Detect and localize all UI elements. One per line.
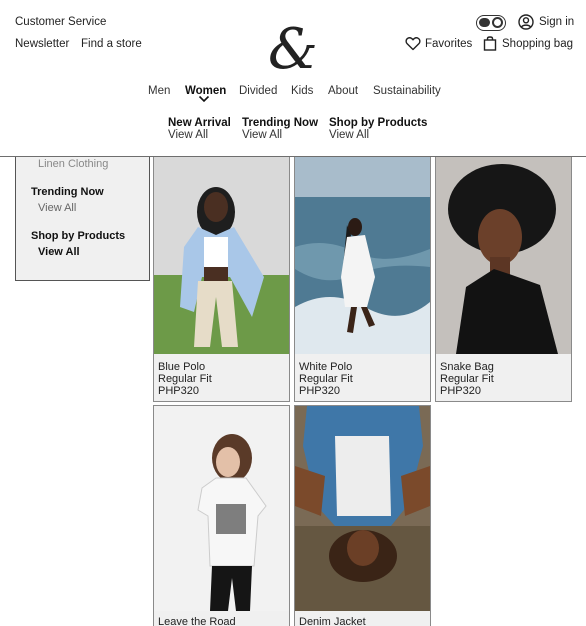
submenu-title: Trending Now xyxy=(242,117,319,129)
find-store-link[interactable]: Find a store xyxy=(81,38,142,50)
product-fit: Regular Fit xyxy=(158,373,212,385)
nav-men[interactable]: Men xyxy=(148,85,170,97)
product-fit: Regular Fit xyxy=(440,373,494,385)
product-card-leave-the-road[interactable]: Leave the Road xyxy=(153,405,290,626)
product-caption: Leave the Road xyxy=(158,616,236,626)
product-card-white-polo[interactable]: White Polo Regular Fit PHP320 xyxy=(294,156,431,402)
submenu-view-all-link[interactable]: View All xyxy=(329,129,427,141)
product-price: PHP320 xyxy=(440,385,481,397)
product-name: Snake Bag xyxy=(440,361,494,373)
nav-divided[interactable]: Divided xyxy=(239,85,277,97)
sidebar-trending-view-all[interactable]: View All xyxy=(38,202,76,214)
submenu-new-arrival: New Arrival View All xyxy=(168,117,231,141)
product-image xyxy=(436,157,571,354)
nav-sustainability[interactable]: Sustainability xyxy=(373,85,441,97)
sidebar-shop-title: Shop by Products xyxy=(31,230,126,242)
shopping-bag-link[interactable]: Shopping bag xyxy=(502,38,573,50)
product-caption: Snake Bag Regular Fit PHP320 xyxy=(440,361,494,397)
product-caption: Blue Polo Regular Fit PHP320 xyxy=(158,361,212,397)
sidebar-linen-link[interactable]: Linen Clothing xyxy=(38,158,108,170)
product-image xyxy=(154,406,289,611)
product-image xyxy=(295,406,430,611)
submenu-view-all-link[interactable]: View All xyxy=(242,129,318,141)
product-image xyxy=(295,157,430,354)
submenu-title: New Arrival xyxy=(168,117,231,129)
sidebar-shop-view-all[interactable]: View All xyxy=(38,246,80,258)
product-fit: Regular Fit xyxy=(299,373,353,385)
product-image xyxy=(154,157,289,354)
submenu-title: Shop by Products xyxy=(329,117,428,129)
shopping-bag-icon[interactable] xyxy=(483,35,497,51)
customer-service-link[interactable]: Customer Service xyxy=(15,16,106,28)
product-card-denim-jacket[interactable]: Denim Jacket xyxy=(294,405,431,626)
product-card-blue-polo[interactable]: Blue Polo Regular Fit PHP320 xyxy=(153,156,290,402)
product-caption: White Polo Regular Fit PHP320 xyxy=(299,361,353,397)
site-header: Customer Service Newsletter Find a store… xyxy=(0,0,586,157)
submenu-view-all-link[interactable]: View All xyxy=(168,129,231,141)
brand-logo[interactable]: & xyxy=(268,22,320,78)
product-name: Denim Jacket xyxy=(299,616,366,626)
account-icon[interactable] xyxy=(518,14,534,30)
product-price: PHP320 xyxy=(299,385,340,397)
product-card-snake-bag[interactable]: Snake Bag Regular Fit PHP320 xyxy=(435,156,572,402)
product-name: Blue Polo xyxy=(158,361,206,373)
category-sidebar: Linen Clothing Trending Now View All Sho… xyxy=(15,150,150,281)
favorites-link[interactable]: Favorites xyxy=(425,38,472,50)
chevron-down-icon xyxy=(198,95,210,103)
sign-in-link[interactable]: Sign in xyxy=(539,16,574,28)
product-price: PHP320 xyxy=(158,385,199,397)
submenu-shop-by-products: Shop by Products View All xyxy=(329,117,427,141)
submenu-trending-now: Trending Now View All xyxy=(242,117,318,141)
nav-kids[interactable]: Kids xyxy=(291,85,313,97)
product-name: Leave the Road xyxy=(158,616,236,626)
newsletter-link[interactable]: Newsletter xyxy=(15,38,69,50)
product-name: White Polo xyxy=(299,361,353,373)
sidebar-trending-title: Trending Now xyxy=(31,186,104,198)
product-caption: Denim Jacket xyxy=(299,616,366,626)
theme-toggle[interactable] xyxy=(476,15,506,31)
heart-icon[interactable] xyxy=(405,36,421,51)
logo-mark: & xyxy=(268,17,318,82)
nav-about[interactable]: About xyxy=(328,85,358,97)
